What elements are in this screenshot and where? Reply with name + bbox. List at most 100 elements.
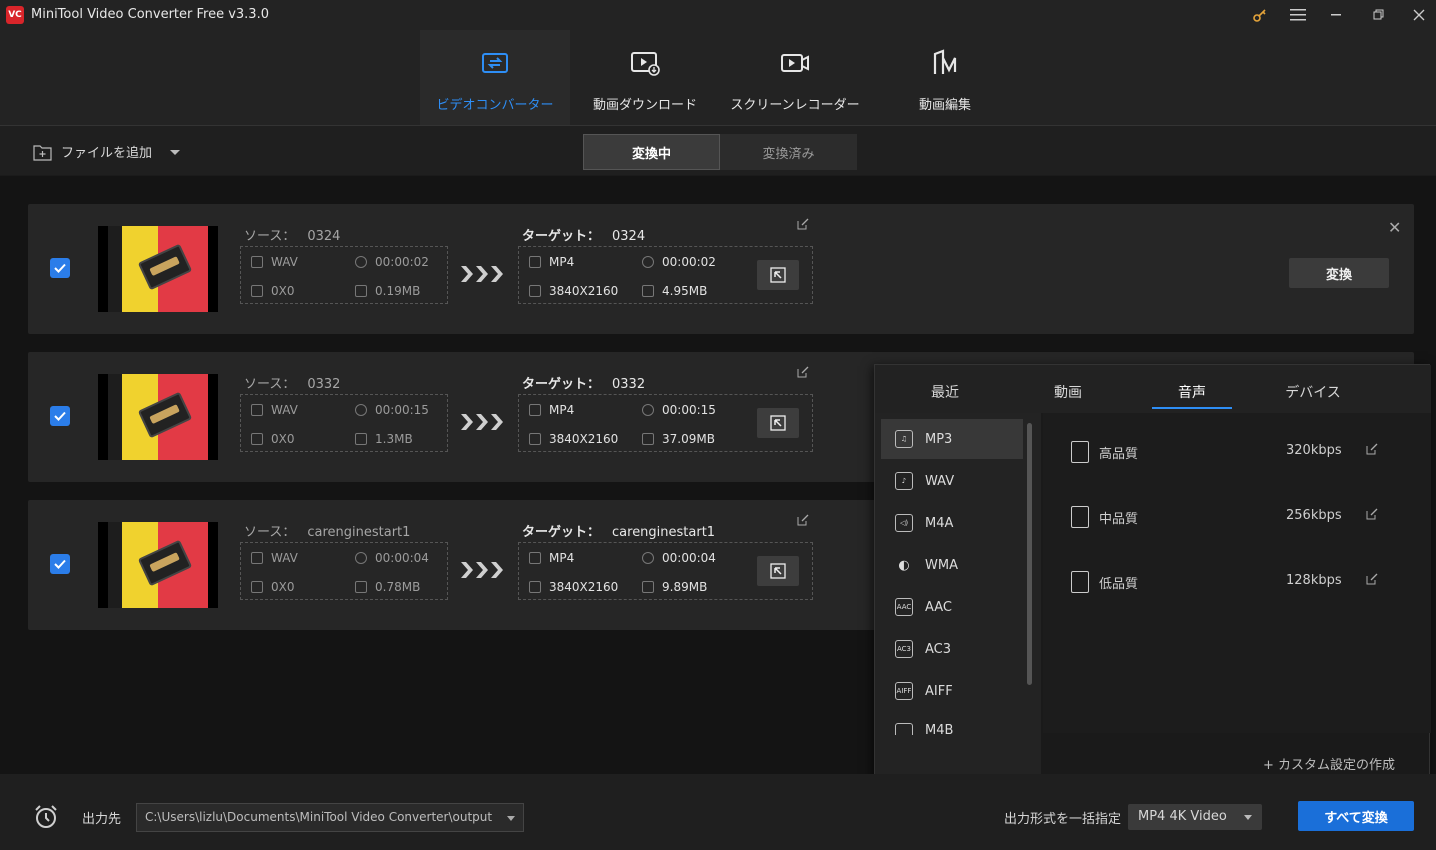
tab-converted[interactable]: 変換済み (720, 134, 857, 170)
format-icon (251, 256, 263, 268)
source-info: WAV 00:00:15 0X0 1.3MB (240, 394, 448, 452)
target-resolution: 3840X2160 (549, 432, 619, 446)
format-item-aac[interactable]: AAC AAC (881, 587, 1023, 627)
chevron-down-icon[interactable] (168, 147, 182, 157)
tab-label: 動画編集 (918, 98, 971, 113)
file-thumbnail (98, 522, 218, 608)
batch-format-dropdown[interactable]: MP4 4K Video (1128, 804, 1262, 830)
edit-icon[interactable] (1366, 443, 1378, 455)
file-checkbox[interactable] (50, 258, 70, 278)
arrow-right-icon (461, 414, 503, 430)
target-format: MP4 (549, 403, 575, 417)
format-item-wma[interactable]: ◐ WMA (881, 545, 1023, 585)
schedule-icon[interactable] (33, 804, 59, 830)
format-item-aiff[interactable]: AIFF AIFF (881, 671, 1023, 711)
output-label: 出力先 (82, 812, 122, 827)
format-list-scrollbar[interactable] (1027, 423, 1032, 685)
quality-label: 低品質 (1099, 577, 1139, 592)
minimize-icon[interactable] (1324, 4, 1350, 26)
format-item-m4b[interactable]: M4B (881, 713, 1023, 735)
source-info: WAV 00:00:02 0X0 0.19MB (240, 246, 448, 304)
target-size: 37.09MB (662, 432, 715, 446)
footer: 出力先 C:\Users\lizlu\Documents\MiniTool Vi… (0, 774, 1436, 850)
tab-device[interactable]: デバイス (1273, 377, 1353, 409)
source-title: ソース： carenginestart1 (244, 525, 411, 540)
target-resolution: 3840X2160 (549, 580, 619, 594)
edit-icon[interactable] (1366, 508, 1378, 520)
target-format-button[interactable] (757, 260, 799, 290)
edit-icon[interactable] (797, 514, 809, 526)
quality-bitrate: 320kbps (1286, 443, 1342, 458)
format-icon (529, 256, 541, 268)
create-custom-button[interactable]: + カスタム設定の作成 (1263, 754, 1395, 773)
edit-icon[interactable] (1366, 573, 1378, 585)
format-icon (251, 552, 263, 564)
resolution-icon (529, 433, 541, 445)
tab-video-download[interactable]: 動画ダウンロード (570, 30, 720, 125)
ac3-icon: AC3 (895, 640, 913, 658)
tab-screen-recorder[interactable]: スクリーンレコーダー (720, 30, 870, 125)
quality-item-high[interactable]: 高品質 320kbps (1043, 431, 1431, 471)
format-item-m4a[interactable]: ◁) M4A (881, 503, 1023, 543)
tab-video-converter[interactable]: ビデオコンバーター (420, 30, 570, 125)
close-icon[interactable] (1406, 4, 1432, 26)
file-checkbox[interactable] (50, 406, 70, 426)
clock-icon (355, 552, 367, 564)
output-path-value: C:\Users\lizlu\Documents\MiniTool Video … (145, 810, 493, 824)
source-title: ソース： 0332 (244, 377, 341, 392)
format-item-mp3[interactable]: ♫ MP3 (881, 419, 1023, 459)
target-title: ターゲット： 0332 (522, 377, 646, 392)
edit-icon[interactable] (797, 366, 809, 378)
target-resolution: 3840X2160 (549, 284, 619, 298)
add-file-button[interactable]: ファイルを追加 (33, 142, 182, 161)
file-checkbox[interactable] (50, 554, 70, 574)
tab-audio[interactable]: 音声 (1152, 377, 1232, 409)
source-duration: 00:00:04 (375, 551, 429, 565)
edit-icon[interactable] (797, 218, 809, 230)
format-item-wav[interactable]: ♪ WAV (881, 461, 1023, 501)
app-title: MiniTool Video Converter Free v3.3.0 (31, 7, 269, 22)
folder-icon (355, 581, 367, 593)
format-select-icon (770, 267, 786, 283)
file-thumbnail (98, 374, 218, 460)
file-thumbnail (98, 226, 218, 312)
tab-label: スクリーンレコーダー (730, 98, 860, 113)
convert-all-button[interactable]: すべて変換 (1298, 801, 1414, 831)
audio-file-icon (1071, 441, 1089, 463)
quality-label: 高品質 (1099, 447, 1139, 462)
folder-icon (642, 433, 654, 445)
app-logo: VC (6, 6, 24, 24)
add-file-icon (33, 144, 52, 161)
key-icon[interactable] (1247, 4, 1273, 26)
remove-file-icon[interactable]: ✕ (1388, 218, 1401, 237)
resolution-icon (529, 285, 541, 297)
tab-video-edit[interactable]: 動画編集 (870, 30, 1020, 125)
restore-icon[interactable] (1366, 4, 1392, 26)
main-nav: ビデオコンバーター 動画ダウンロード スクリーンレコーダー 動画編集 (0, 30, 1436, 125)
title-bar: VC MiniTool Video Converter Free v3.3.0 (0, 0, 1436, 30)
clock-icon (642, 256, 654, 268)
quality-item-medium[interactable]: 中品質 256kbps (1043, 496, 1431, 536)
folder-icon (642, 285, 654, 297)
source-format: WAV (271, 551, 298, 565)
convert-button[interactable]: 変換 (1289, 258, 1389, 288)
target-duration: 00:00:02 (662, 255, 716, 269)
clock-icon (642, 404, 654, 416)
target-format-button[interactable] (757, 408, 799, 438)
quality-list: 高品質 320kbps 中品質 256kbps 低品質 128kbps (1043, 413, 1431, 733)
tab-converting[interactable]: 変換中 (583, 134, 720, 170)
quality-item-low[interactable]: 低品質 128kbps (1043, 561, 1431, 601)
tab-video[interactable]: 動画 (1028, 377, 1108, 409)
aiff-icon: AIFF (895, 682, 913, 700)
clock-icon (642, 552, 654, 564)
resolution-icon (529, 581, 541, 593)
folder-icon (642, 581, 654, 593)
output-path-dropdown[interactable]: C:\Users\lizlu\Documents\MiniTool Video … (136, 803, 524, 832)
menu-icon[interactable] (1285, 4, 1311, 26)
tab-recent[interactable]: 最近 (905, 377, 985, 409)
format-item-ac3[interactable]: AC3 AC3 (881, 629, 1023, 669)
chevron-down-icon (1244, 815, 1252, 820)
target-format-button[interactable] (757, 556, 799, 586)
format-icon (529, 552, 541, 564)
aac-icon: AAC (895, 598, 913, 616)
